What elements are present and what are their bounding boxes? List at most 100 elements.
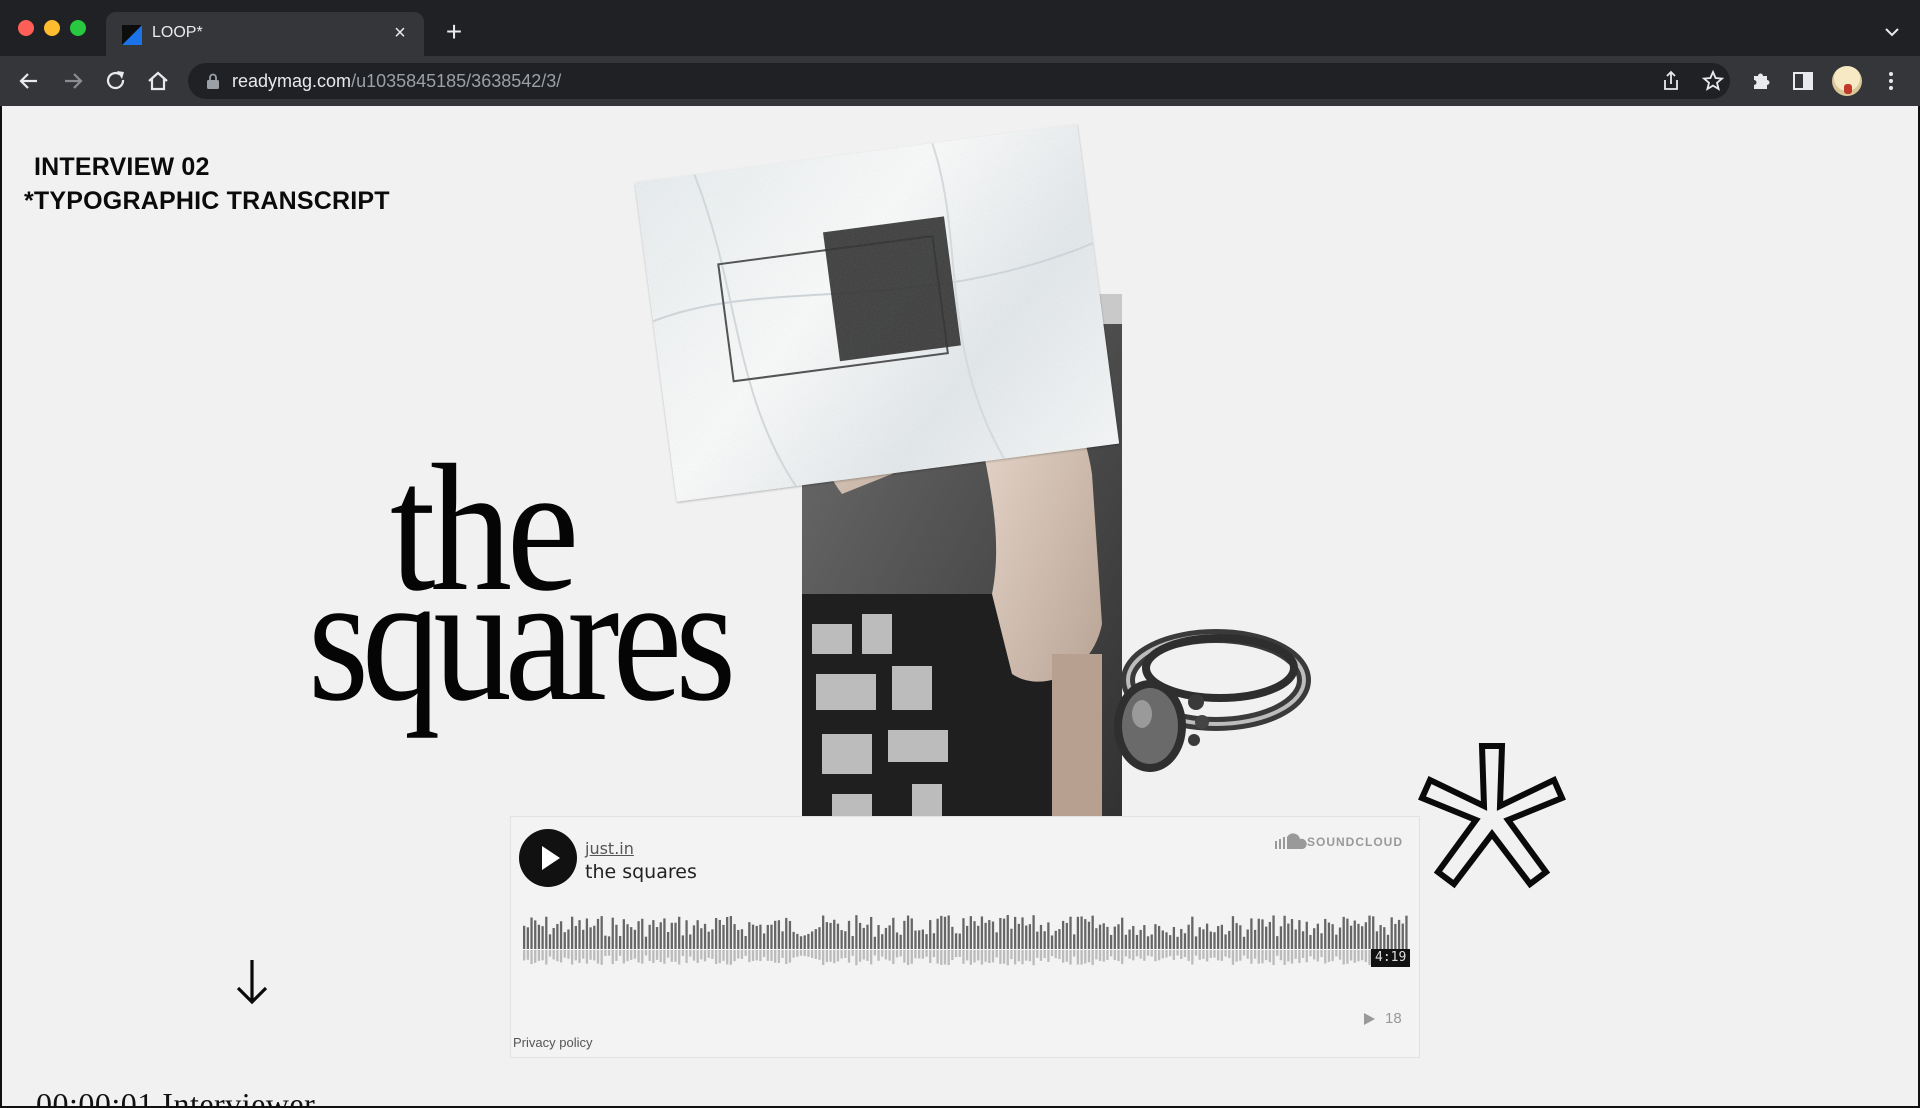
soundcloud-user-link[interactable]: just.in [585,839,634,858]
waveform-reflection-bar [604,950,607,956]
waveform-bar [770,924,773,949]
waveform-reflection-bar [548,950,552,957]
waveform-bar [966,925,969,949]
lock-icon[interactable] [206,73,220,89]
waveform-bar [1375,931,1379,949]
waveform-bar [1176,936,1179,949]
close-window-button[interactable] [18,20,34,36]
waveform-bar [932,933,936,949]
waveform-bar [803,935,806,949]
waveform-bar [940,915,943,949]
waveform-reflection-bar [1143,950,1146,961]
privacy-policy-link[interactable]: Privacy policy [513,1035,592,1050]
waveform-bar [1213,932,1216,949]
waveform-bar [1025,925,1028,949]
waveform-reflection-bar [1102,950,1105,962]
waveform-bar [630,927,633,949]
waveform-reflection-bar [844,950,847,958]
waveform-bar [1187,924,1190,949]
waveform-reflection-bar [1183,950,1187,958]
more-menu-icon[interactable] [1878,68,1904,94]
close-tab-icon[interactable]: × [388,21,412,45]
waveform-bar [1324,918,1327,949]
waveform-bar [714,917,718,949]
waveform-bar [685,920,688,949]
back-arrow-icon[interactable] [16,68,42,94]
waveform-reflection-bar [888,950,891,961]
soundcloud-brand[interactable]: SOUNDCLOUD [1307,835,1403,849]
play-button[interactable] [519,829,577,887]
waveform-bar [563,932,566,949]
forward-arrow-icon[interactable] [60,68,86,94]
waveform-reflection-bar [563,950,566,958]
waveform-bar [674,922,677,949]
waveform-reflection-bar [1080,950,1083,965]
waveform-reflection-bar [1146,950,1150,956]
waveform-reflection-bar [1279,950,1283,961]
waveform-bar [1364,922,1367,949]
profile-avatar[interactable] [1832,66,1862,96]
waveform-reflection-bar [1069,950,1072,965]
waveform-reflection-bar [792,950,795,958]
waveform-reflection-bar [980,950,984,965]
waveform-bar [1205,923,1209,949]
tab-search-chevron-icon[interactable] [1882,22,1902,42]
reload-icon[interactable] [103,68,129,94]
waveform-bar [1361,926,1364,949]
waveform-bar [1002,918,1006,949]
waveform-reflection-bar [1106,950,1109,960]
waveform-bar [844,931,847,949]
waveform-reflection-bar [574,950,577,961]
waveform-reflection-bar [552,950,555,960]
waveform-reflection-bar [851,950,854,956]
soundcloud-cloud-icon[interactable] [1275,833,1307,849]
waveform-bar [1217,926,1220,949]
side-panel-icon[interactable] [1790,68,1816,94]
waveform-reflection-bar [1025,950,1028,961]
waveform-bar [1246,929,1249,949]
waveform-reflection-bar [1287,950,1290,962]
waveform-reflection-bar [1169,950,1172,957]
waveform[interactable] [523,903,1409,983]
waveform-bar [703,923,707,949]
minimize-window-button[interactable] [44,20,60,36]
waveform-reflection-bar [530,950,533,965]
waveform-reflection-bar [633,950,637,959]
share-icon[interactable] [1658,68,1684,94]
waveform-bar [781,931,784,949]
waveform-bar [1172,926,1176,949]
waveform-bar [607,936,611,949]
waveform-reflection-bar [807,950,810,957]
waveform-bar [1401,923,1404,949]
extensions-puzzle-icon[interactable] [1748,68,1774,94]
waveform-bar [1349,925,1353,949]
waveform-reflection-bar [969,950,972,965]
waveform-bar [903,920,906,949]
waveform-reflection-bar [729,950,733,965]
waveform-reflection-bar [825,950,829,963]
url-text[interactable]: readymag.com/u1035845185/3638542/3/ [232,71,561,92]
maximize-window-button[interactable] [70,20,86,36]
waveform-bar [1239,925,1242,949]
waveform-bar [689,934,692,949]
waveform-reflection-bar [1021,950,1024,965]
waveform-reflection-bar [866,950,869,961]
tab-loop[interactable]: LOOP* × [106,12,424,56]
waveform-bar [582,929,585,949]
waveform-bar [611,917,614,949]
waveform-bar [530,917,533,949]
address-bar[interactable]: readymag.com/u1035845185/3638542/3/ [188,63,1730,99]
new-tab-button[interactable]: + [440,18,468,46]
home-icon[interactable] [145,68,171,94]
scroll-down-arrow-icon[interactable] [232,956,272,1008]
waveform-bar [700,928,703,949]
waveform-reflection-bar [777,950,781,963]
bookmark-star-icon[interactable] [1700,68,1726,94]
track-title[interactable]: the squares [585,861,697,883]
waveform-reflection-bar [1028,950,1032,962]
waveform-reflection-bar [918,950,921,959]
waveform-reflection-bar [1276,950,1279,956]
waveform-reflection-bar [1268,950,1272,963]
waveform-bar [873,936,876,949]
waveform-reflection-bar [1032,950,1035,966]
